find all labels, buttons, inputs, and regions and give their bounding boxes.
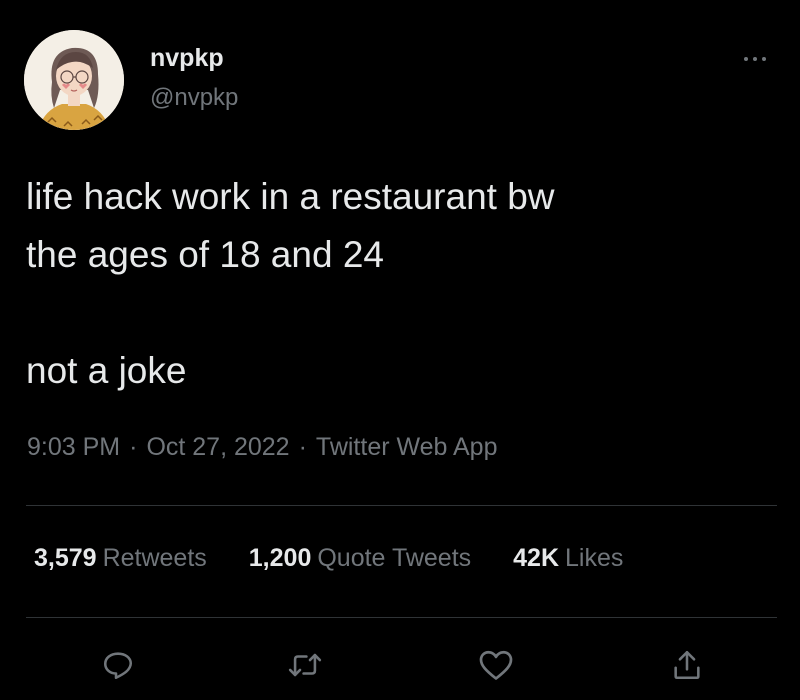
more-options-icon[interactable] [733, 44, 777, 74]
reply-icon[interactable] [98, 645, 138, 685]
tweet-detail: nvpkp @nvpkp life hack work in a restaur… [0, 0, 800, 700]
divider [26, 505, 777, 506]
retweets-stat[interactable]: 3,579 Retweets [34, 544, 207, 573]
author-handle[interactable]: @nvpkp [150, 84, 238, 112]
tweet-text-line: not a joke [26, 350, 187, 391]
retweets-count: 3,579 [34, 544, 97, 572]
tweet-text: life hack work in a restaurant bw the ag… [26, 168, 766, 400]
tweet-source-link[interactable]: Twitter Web App [316, 433, 498, 461]
likes-label: Likes [565, 544, 624, 572]
quote-tweets-label: Quote Tweets [317, 544, 472, 572]
likes-count: 42K [513, 544, 560, 572]
tweet-text-line: the ages of 18 and 24 [26, 234, 384, 275]
tweet-text-blank-line [26, 284, 766, 342]
likes-stat[interactable]: 42K Likes [513, 544, 623, 573]
engagement-stats: 3,579 Retweets 1,200 Quote Tweets 42K Likes [34, 544, 665, 573]
tweet-time-link[interactable]: 9:03 PM [27, 433, 120, 461]
retweet-icon[interactable] [285, 645, 325, 685]
share-icon[interactable] [667, 645, 707, 685]
retweets-label: Retweets [102, 544, 207, 572]
tweet-metadata: 9:03 PM · Oct 27, 2022 · Twitter Web App [27, 433, 498, 462]
meta-separator: · [129, 433, 138, 461]
tweet-date-link[interactable]: Oct 27, 2022 [146, 433, 289, 461]
meta-separator: · [298, 433, 307, 461]
tweet-text-line: life hack work in a restaurant bw [26, 176, 555, 217]
avatar[interactable] [24, 30, 124, 130]
heart-icon[interactable] [476, 645, 516, 685]
divider [26, 617, 777, 618]
quote-tweets-stat[interactable]: 1,200 Quote Tweets [249, 544, 471, 573]
quote-tweets-count: 1,200 [248, 544, 312, 572]
author-display-name[interactable]: nvpkp [150, 44, 224, 73]
avatar-illustration [24, 30, 124, 130]
